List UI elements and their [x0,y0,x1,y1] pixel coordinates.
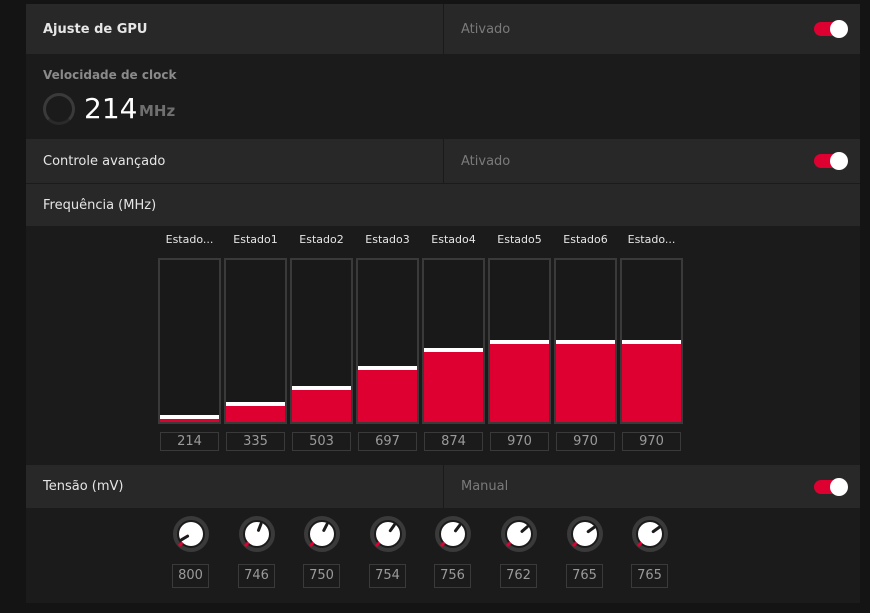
voltage-row: Tensão (mV) Manual [26,465,860,508]
voltage-value-input[interactable]: 765 [566,564,603,588]
frequency-handle[interactable] [358,366,417,370]
voltage-toggle[interactable] [814,477,848,496]
voltage-value-input[interactable]: 746 [238,564,275,588]
frequency-slider[interactable] [224,258,287,424]
frequency-header: Frequência (MHz) [26,184,860,226]
voltage-value-input[interactable]: 754 [369,564,406,588]
frequency-slider[interactable] [620,258,683,424]
dial-knob [179,522,203,546]
dial-knob [245,522,269,546]
dial-knob [573,522,597,546]
frequency-state-3: Estado3 697 [356,233,419,451]
frequency-value-input[interactable]: 970 [490,432,549,451]
frequency-state-label: Estado... [627,233,676,246]
frequency-value-input[interactable]: 503 [292,432,351,451]
frequency-fill [160,419,219,422]
frequency-handle[interactable] [226,402,285,406]
frequency-fill [358,370,417,422]
gpu-tuning-row: Ajuste de GPU Ativado [26,4,860,54]
dial-knob [441,522,465,546]
frequency-slider[interactable] [356,258,419,424]
gpu-tuning-title: Ajuste de GPU [43,21,148,37]
frequency-slider[interactable] [554,258,617,424]
frequency-value-input[interactable]: 970 [556,432,615,451]
frequency-handle[interactable] [160,415,219,419]
frequency-state-6: Estado6 970 [554,233,617,451]
advanced-control-toggle[interactable] [814,152,848,170]
gpu-tuning-toggle[interactable] [814,20,848,38]
toggle-knob [830,152,848,170]
frequency-slider[interactable] [158,258,221,424]
loading-spinner-icon [43,93,75,125]
frequency-title: Frequência (MHz) [43,197,157,213]
voltage-value-input[interactable]: 750 [303,564,340,588]
frequency-state-4: Estado4 874 [422,233,485,451]
frequency-state-label: Estado3 [365,233,410,246]
clock-speed-unit: MHz [139,102,176,120]
frequency-value-input[interactable]: 970 [622,432,681,451]
dial-knob [376,522,400,546]
voltage-value-input[interactable]: 800 [172,564,209,588]
voltage-dial[interactable] [631,515,669,553]
frequency-fill [424,352,483,422]
frequency-handle[interactable] [622,340,681,344]
frequency-fill [490,344,549,422]
frequency-value-input[interactable]: 214 [160,432,219,451]
voltage-dial[interactable] [434,515,472,553]
clock-speed-value: 214 [84,92,138,125]
frequency-state-label: Estado6 [563,233,608,246]
frequency-state-label: Estado1 [233,233,278,246]
gpu-tuning-state: Ativado [461,21,511,37]
dial-knob [310,522,334,546]
toggle-knob [830,20,848,38]
frequency-state-1: Estado1 335 [224,233,287,451]
voltage-value-input[interactable]: 756 [434,564,471,588]
frequency-state-label: Estado... [165,233,214,246]
voltage-value-input[interactable]: 762 [500,564,537,588]
voltage-dial[interactable] [500,515,538,553]
frequency-state-5: Estado5 970 [488,233,551,451]
frequency-state-7: Estado... 970 [620,233,683,451]
frequency-value-input[interactable]: 335 [226,432,285,451]
frequency-slider[interactable] [488,258,551,424]
advanced-control-title: Controle avançado [43,153,166,169]
frequency-state-2: Estado2 503 [290,233,353,451]
frequency-value-input[interactable]: 874 [424,432,483,451]
frequency-slider[interactable] [290,258,353,424]
voltage-mode: Manual [461,479,509,494]
voltage-value-input[interactable]: 765 [631,564,668,588]
voltage-dial[interactable] [369,515,407,553]
voltage-title: Tensão (mV) [43,479,124,494]
frequency-fill [292,390,351,422]
advanced-control-row: Controle avançado Ativado [26,139,860,183]
frequency-slider[interactable] [422,258,485,424]
frequency-handle[interactable] [292,386,351,390]
frequency-handle[interactable] [556,340,615,344]
frequency-state-label: Estado5 [497,233,542,246]
dial-knob [638,522,662,546]
frequency-handle[interactable] [424,348,483,352]
frequency-state-0: Estado... 214 [158,233,221,451]
frequency-fill [556,344,615,422]
frequency-state-label: Estado2 [299,233,344,246]
frequency-state-label: Estado4 [431,233,476,246]
frequency-fill [622,344,681,422]
clock-speed-title: Velocidade de clock [43,68,177,82]
voltage-dial[interactable] [303,515,341,553]
frequency-fill [226,406,285,422]
toggle-knob [830,477,848,496]
frequency-value-input[interactable]: 697 [358,432,417,451]
voltage-dial[interactable] [238,515,276,553]
advanced-control-state: Ativado [461,153,511,169]
frequency-handle[interactable] [490,340,549,344]
voltage-dial[interactable] [172,515,210,553]
voltage-dial[interactable] [566,515,604,553]
